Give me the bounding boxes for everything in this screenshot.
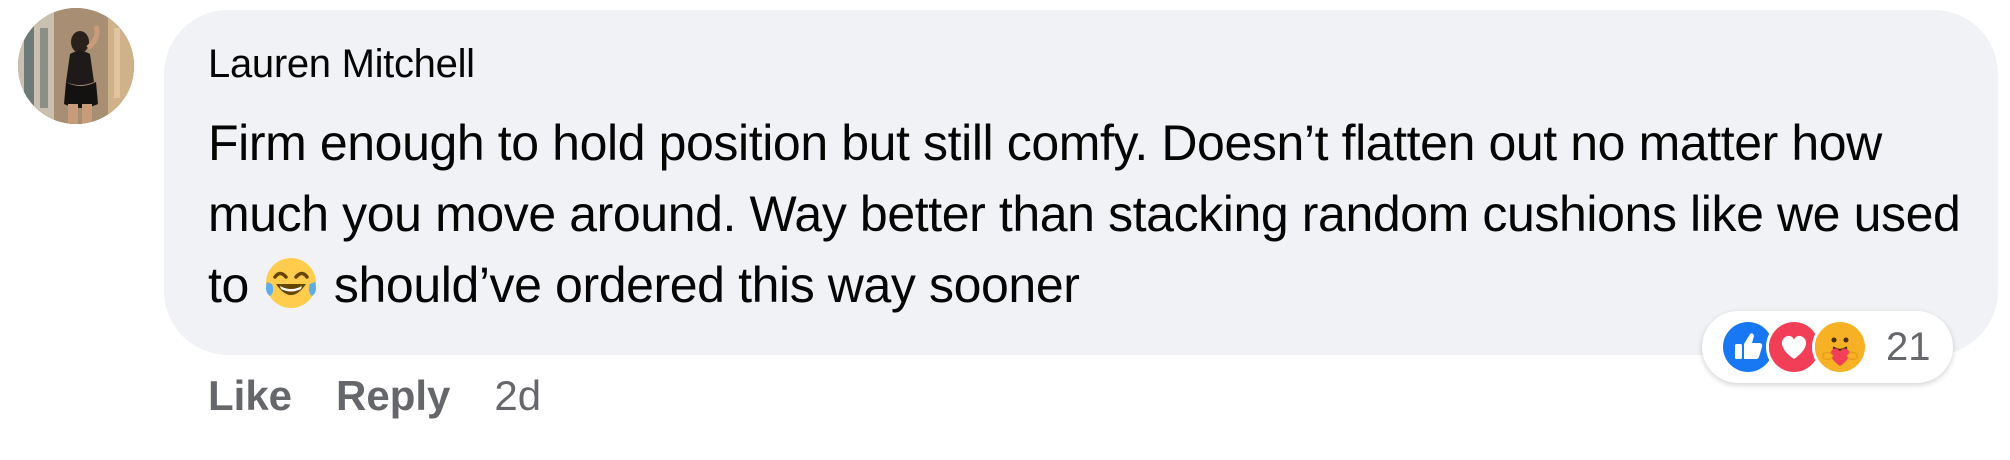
like-button[interactable]: Like [208, 372, 292, 420]
comment-actions: Like Reply 2d [208, 372, 541, 420]
reactions-summary[interactable]: 21 [1702, 311, 1953, 383]
avatar[interactable] [18, 8, 134, 124]
face-with-tears-of-joy-icon [264, 256, 318, 310]
care-icon [1812, 319, 1868, 375]
comment-text-part2: should’ve ordered this way sooner [333, 257, 1080, 313]
timestamp[interactable]: 2d [494, 372, 541, 420]
author-name[interactable]: Lauren Mitchell [208, 42, 475, 87]
reaction-count: 21 [1886, 324, 1931, 369]
comment: Lauren Mitchell Firm enough to hold posi… [0, 0, 2010, 460]
reply-button[interactable]: Reply [336, 372, 450, 420]
comment-text: Firm enough to hold position but still c… [208, 108, 1968, 321]
